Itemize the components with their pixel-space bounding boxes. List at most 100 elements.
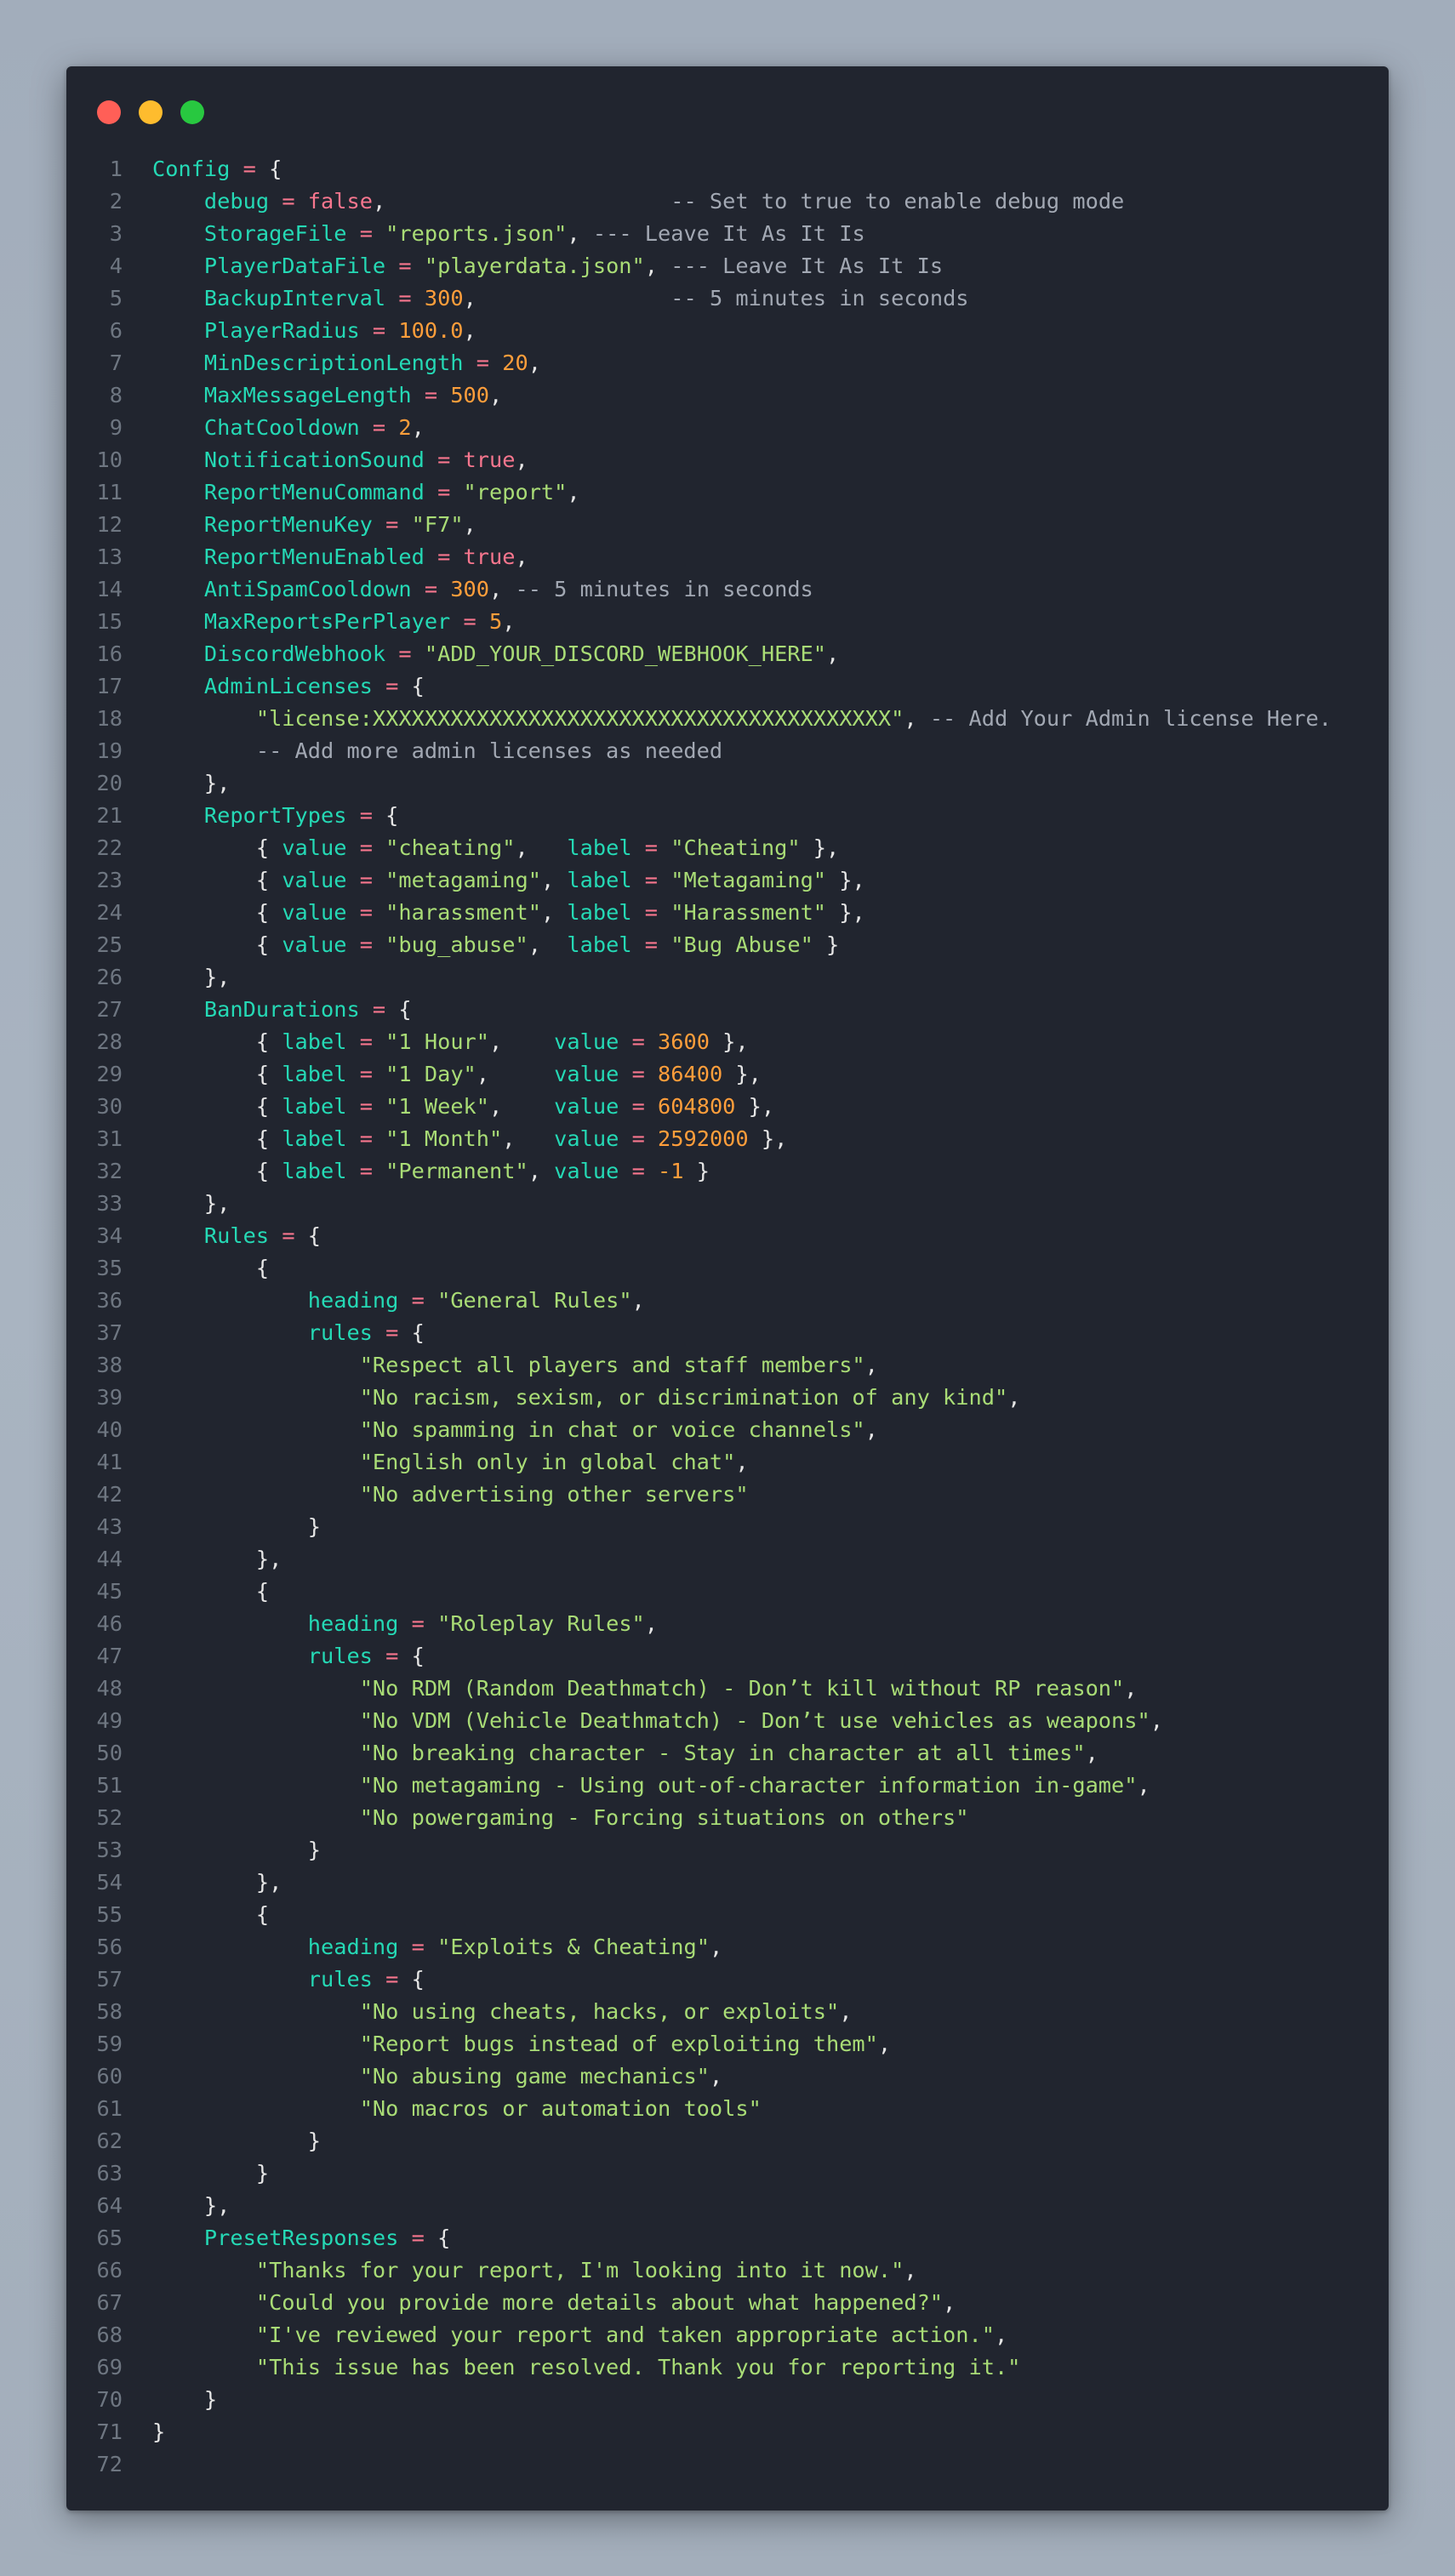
code-punctuation: , bbox=[489, 383, 503, 407]
code-string: "Respect all players and staff members" bbox=[359, 1353, 865, 1377]
code-punctuation: { bbox=[152, 868, 282, 892]
code-string: "No RDM (Random Deathmatch) - Don’t kill… bbox=[359, 1676, 1125, 1701]
code-line: 49 "No VDM (Vehicle Deathmatch) - Don’t … bbox=[66, 1705, 1389, 1737]
code-operator: = bbox=[372, 415, 386, 440]
line-content: "I've reviewed your report and taken app… bbox=[152, 2319, 1007, 2351]
code-punctuation bbox=[412, 286, 425, 311]
line-content: AntiSpamCooldown = 300, -- 5 minutes in … bbox=[152, 573, 813, 606]
code-string: "Cheating" bbox=[670, 835, 801, 860]
code-line: 42 "No advertising other servers" bbox=[66, 1479, 1389, 1511]
line-content: BackupInterval = 300, -- 5 minutes in se… bbox=[152, 282, 969, 315]
code-operator: = bbox=[282, 189, 295, 214]
code-punctuation bbox=[152, 1773, 360, 1798]
code-punctuation: , bbox=[567, 480, 580, 504]
line-number: 34 bbox=[96, 1223, 123, 1248]
code-string: "harassment" bbox=[385, 900, 541, 925]
code-identifier: label bbox=[567, 835, 632, 860]
line-number: 22 bbox=[96, 835, 123, 860]
code-punctuation: { bbox=[424, 2226, 451, 2250]
code-operator: = bbox=[644, 900, 659, 925]
code-line: 39 "No racism, sexism, or discrimination… bbox=[66, 1382, 1389, 1414]
line-number: 67 bbox=[96, 2290, 123, 2315]
code-operator: = bbox=[398, 641, 412, 666]
code-block[interactable]: 1 Config = {2 debug = false, -- Set to tr… bbox=[66, 153, 1389, 2481]
code-line: 60 "No abusing game mechanics", bbox=[66, 2060, 1389, 2093]
code-punctuation bbox=[619, 1126, 631, 1151]
code-punctuation bbox=[373, 1967, 385, 1992]
code-punctuation bbox=[385, 286, 398, 311]
code-identifier: MinDescriptionLength bbox=[203, 350, 464, 375]
line-number: 44 bbox=[96, 1547, 123, 1571]
code-comment: --- Leave It As It Is bbox=[670, 254, 944, 278]
code-punctuation: { bbox=[398, 674, 425, 698]
code-punctuation bbox=[152, 1482, 360, 1507]
code-line: 22 { value = "cheating", label = "Cheati… bbox=[66, 832, 1389, 864]
line-content: StorageFile = "reports.json", --- Leave … bbox=[152, 218, 865, 250]
line-content: "Thanks for your report, I'm looking int… bbox=[152, 2254, 917, 2287]
code-punctuation bbox=[152, 1611, 308, 1636]
code-identifier: label bbox=[567, 932, 632, 957]
code-punctuation: , bbox=[540, 868, 568, 892]
code-punctuation bbox=[645, 1062, 658, 1086]
code-string: "No powergaming - Forcing situations on … bbox=[359, 1805, 969, 1830]
code-punctuation bbox=[385, 254, 398, 278]
code-punctuation: , bbox=[528, 350, 541, 375]
code-punctuation bbox=[152, 1935, 308, 1959]
line-number: 58 bbox=[96, 1999, 123, 2024]
line-number: 71 bbox=[96, 2419, 123, 2444]
code-line: 57 rules = { bbox=[66, 1963, 1389, 1996]
code-punctuation bbox=[346, 1062, 359, 1086]
code-line: 31 { label = "1 Month", value = 2592000 … bbox=[66, 1123, 1389, 1155]
line-content: Config = { bbox=[152, 153, 282, 185]
code-punctuation bbox=[658, 868, 670, 892]
code-identifier: BanDurations bbox=[203, 997, 360, 1022]
line-content: heading = "Exploits & Cheating", bbox=[152, 1931, 722, 1963]
code-comment: -- Add more admin licenses as needed bbox=[255, 738, 723, 763]
line-number: 25 bbox=[96, 932, 123, 957]
code-string: "1 Day" bbox=[385, 1062, 476, 1086]
code-punctuation: , bbox=[709, 2064, 723, 2089]
close-button[interactable] bbox=[97, 100, 121, 124]
line-content: "No powergaming - Forcing situations on … bbox=[152, 1802, 969, 1834]
code-punctuation: }, bbox=[152, 771, 231, 795]
code-string: "No advertising other servers" bbox=[359, 1482, 749, 1507]
code-line: 8 MaxMessageLength = 500, bbox=[66, 379, 1389, 412]
code-identifier: value bbox=[282, 868, 347, 892]
line-number: 19 bbox=[96, 738, 123, 763]
code-punctuation bbox=[152, 383, 204, 407]
code-punctuation: { bbox=[152, 1902, 270, 1927]
line-content: MaxMessageLength = 500, bbox=[152, 379, 502, 412]
line-number: 72 bbox=[96, 2452, 123, 2476]
line-number: 54 bbox=[96, 1870, 123, 1895]
code-operator: = bbox=[359, 868, 373, 892]
maximize-button[interactable] bbox=[180, 100, 204, 124]
code-punctuation bbox=[412, 383, 425, 407]
code-line: 17 AdminLicenses = { bbox=[66, 670, 1389, 703]
line-content: ReportMenuCommand = "report", bbox=[152, 476, 580, 509]
code-line: 35 { bbox=[66, 1252, 1389, 1285]
code-line: 53 } bbox=[66, 1834, 1389, 1866]
line-content: "license:XXXXXXXXXXXXXXXXXXXXXXXXXXXXXXX… bbox=[152, 703, 1332, 735]
line-number: 12 bbox=[96, 512, 123, 537]
line-number: 32 bbox=[96, 1159, 123, 1183]
code-string: "license:XXXXXXXXXXXXXXXXXXXXXXXXXXXXXXX… bbox=[255, 706, 904, 731]
code-comment: -- 5 minutes in seconds bbox=[515, 577, 813, 601]
code-line: 61 "No macros or automation tools" bbox=[66, 2093, 1389, 2125]
code-punctuation: , bbox=[1137, 1773, 1150, 1798]
line-number: 31 bbox=[96, 1126, 123, 1151]
code-punctuation: { bbox=[152, 1094, 282, 1119]
code-line: 43 } bbox=[66, 1511, 1389, 1543]
code-identifier: Rules bbox=[203, 1223, 270, 1248]
code-punctuation: }, bbox=[709, 1029, 749, 1054]
code-punctuation bbox=[425, 480, 437, 504]
code-punctuation: , bbox=[489, 1029, 555, 1054]
code-punctuation: { bbox=[294, 1223, 322, 1248]
line-number: 69 bbox=[96, 2355, 123, 2379]
code-string: "report" bbox=[463, 480, 568, 504]
line-content: AdminLicenses = { bbox=[152, 670, 425, 703]
code-line: 4 PlayerDataFile = "playerdata.json", --… bbox=[66, 250, 1389, 282]
minimize-button[interactable] bbox=[139, 100, 163, 124]
code-line: 16 DiscordWebhook = "ADD_YOUR_DISCORD_WE… bbox=[66, 638, 1389, 670]
code-string: "Harassment" bbox=[670, 900, 827, 925]
code-punctuation bbox=[346, 1029, 359, 1054]
